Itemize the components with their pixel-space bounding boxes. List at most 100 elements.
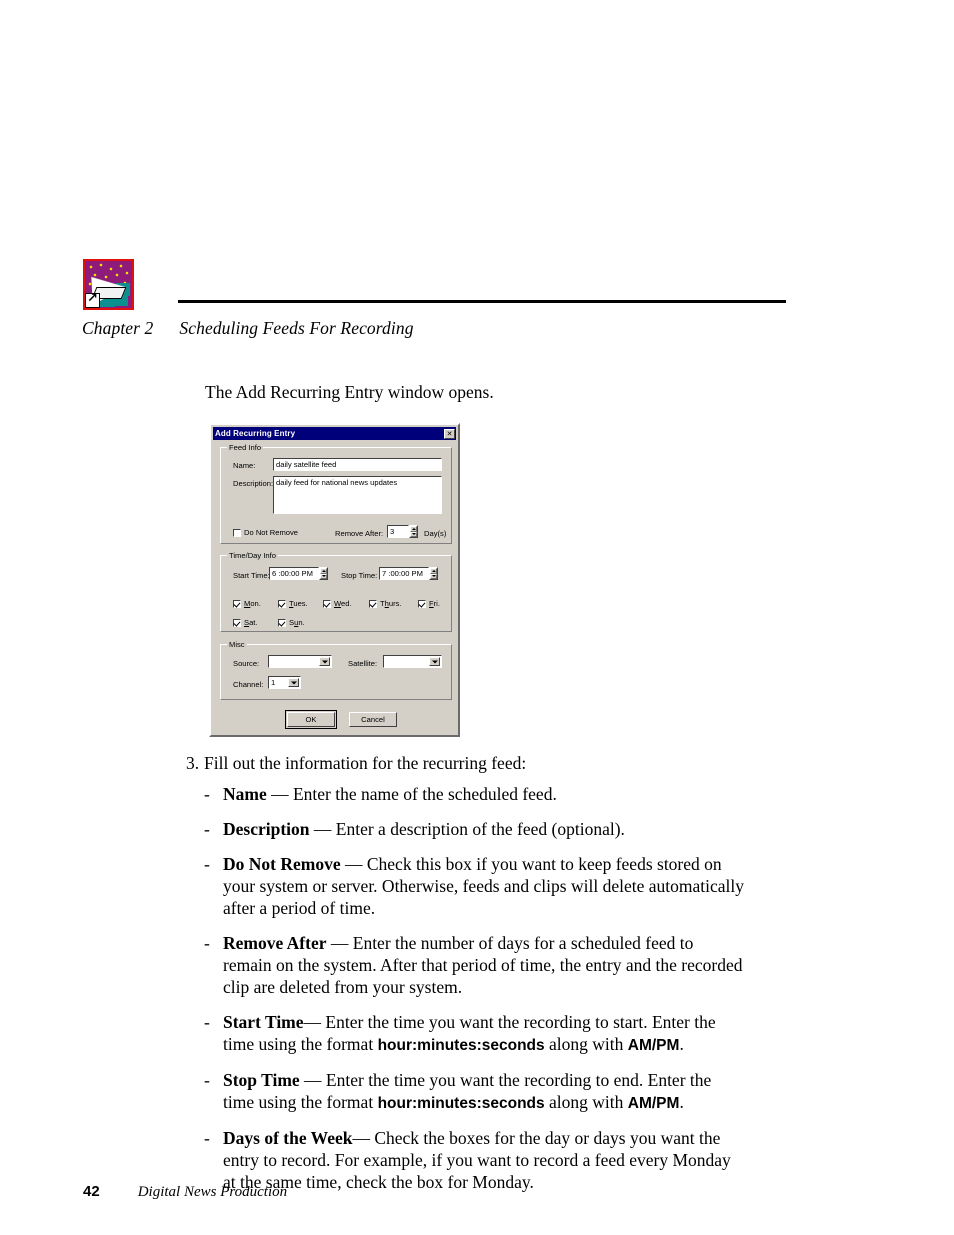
chapter-heading: Chapter 2 Scheduling Feeds For Recording (82, 318, 414, 339)
description-label: Description: (233, 479, 274, 488)
intro-paragraph: The Add Recurring Entry window opens. (205, 382, 494, 402)
do-not-remove-checkbox[interactable]: Do Not Remove (233, 528, 298, 537)
instruction-item: - Stop Time — Enter the time you want the… (204, 1069, 746, 1114)
day-box-sat (233, 618, 241, 627)
channel-dropdown[interactable]: 1 (268, 676, 301, 689)
day-box-tues (278, 599, 286, 608)
day-label-sun: Sun. (289, 618, 305, 627)
instruction-item: - Description — Enter a description of th… (204, 818, 746, 840)
source-value (269, 656, 319, 667)
chevron-down-icon[interactable] (288, 678, 299, 687)
item-emphasis: AM/PM (627, 1037, 680, 1055)
dialog-titlebar[interactable]: Add Recurring Entry ✕ (213, 427, 456, 440)
day-checkbox-thurs[interactable]: Thurs. (369, 599, 402, 608)
instruction-item: - Start Time— Enter the time you want the… (204, 1011, 746, 1056)
step-number: 3. (186, 753, 200, 773)
remove-after-input[interactable]: 3 (387, 525, 409, 538)
feed-info-legend: Feed Info (227, 443, 264, 452)
channel-label: Channel: (233, 680, 264, 689)
instruction-item: - Name — Enter the name of the scheduled … (204, 783, 746, 805)
start-time-spinner[interactable] (319, 567, 328, 580)
channel-value: 1 (271, 678, 276, 687)
spinner-down-icon[interactable] (410, 531, 417, 537)
close-icon[interactable]: ✕ (444, 428, 455, 439)
chevron-down-icon[interactable] (429, 657, 440, 666)
day-label-thurs: Thurs. (380, 599, 402, 608)
dialog-title: Add Recurring Entry (215, 429, 296, 438)
name-input[interactable]: daily satellite feed (273, 458, 442, 471)
cancel-button[interactable]: Cancel (349, 712, 397, 727)
item-term: Description (223, 819, 310, 840)
item-emphasis: hour:minutes:seconds (377, 1095, 545, 1113)
do-not-remove-box (233, 528, 241, 537)
day-box-wed (323, 599, 331, 608)
day-label-fri: Fri. (429, 599, 440, 608)
item-dash: - (204, 819, 210, 840)
ok-button[interactable]: OK (285, 710, 337, 729)
book-title: Digital News Production (137, 1184, 288, 1200)
description-input[interactable]: daily feed for national news updates (273, 476, 442, 514)
header-rule (178, 300, 786, 303)
remove-after-label: Remove After: (335, 529, 384, 538)
chapter-title: Scheduling Feeds For Recording (179, 318, 414, 338)
item-term: Start Time (223, 1012, 304, 1033)
instruction-item: - Do Not Remove — Check this box if you w… (204, 853, 746, 919)
day-checkbox-sun[interactable]: Sun. (278, 618, 305, 627)
item-dash: - (204, 933, 210, 954)
day-box-mon (233, 599, 241, 608)
chapter-number: Chapter 2 (82, 318, 154, 338)
source-dropdown[interactable] (268, 655, 332, 668)
satellite-label: Satellite: (348, 659, 378, 668)
day-box-sun (278, 618, 286, 627)
day-checkbox-sat[interactable]: Sat. (233, 618, 258, 627)
item-text: Remove After — Enter the number of days … (223, 933, 743, 998)
item-text: Name — Enter the name of the scheduled f… (223, 784, 557, 805)
day-box-fri (418, 599, 426, 608)
instruction-item: - Remove After — Enter the number of days… (204, 932, 746, 998)
day-checkbox-fri[interactable]: Fri. (418, 599, 440, 608)
stop-time-input[interactable]: 7 :00:00 PM (379, 567, 429, 580)
chevron-down-icon[interactable] (319, 657, 330, 666)
instruction-list: 3. Fill out the information for the recu… (186, 752, 746, 1206)
item-dash: - (204, 784, 210, 805)
step-text: Fill out the information for the recurri… (204, 753, 527, 773)
item-text: Days of the Week— Check the boxes for th… (223, 1127, 731, 1192)
item-text: Start Time— Enter the time you want the … (223, 1012, 716, 1055)
page-footer: 42 Digital News Production (83, 1183, 287, 1201)
day-checkbox-wed[interactable]: Wed. (323, 599, 352, 608)
misc-group: Misc (220, 640, 452, 700)
stop-time-spinner[interactable] (429, 567, 438, 580)
item-term: Name (223, 784, 267, 805)
item-text: Stop Time — Enter the time you want the … (223, 1069, 712, 1113)
item-term: Days of the Week (223, 1127, 353, 1148)
name-label: Name: (233, 461, 256, 470)
stop-spinner-down-icon[interactable] (430, 573, 437, 579)
time-day-info-legend: Time/Day Info (227, 551, 278, 560)
day-checkbox-tues[interactable]: Tues. (278, 599, 308, 608)
day-label-sat: Sat. (244, 618, 258, 627)
item-text: Description — Enter a description of the… (223, 819, 625, 840)
remove-after-spinner[interactable] (409, 525, 418, 538)
shortcut-arrow-icon (85, 291, 100, 308)
item-emphasis: hour:minutes:seconds (377, 1037, 545, 1055)
day-label-mon: Mon. (244, 599, 261, 608)
add-recurring-entry-dialog: Add Recurring Entry ✕ Feed Info Name: da… (209, 423, 460, 737)
days-unit-label: Day(s) (424, 529, 447, 538)
start-spinner-down-icon[interactable] (320, 573, 327, 579)
start-time-label: Start Time: (233, 571, 270, 580)
day-label-tues: Tues. (289, 599, 308, 608)
item-term: Stop Time (223, 1069, 300, 1090)
page-number: 42 (83, 1183, 100, 1200)
item-term: Do Not Remove (223, 854, 341, 875)
day-label-wed: Wed. (334, 599, 352, 608)
item-dash: - (204, 1069, 210, 1090)
day-box-thurs (369, 599, 377, 608)
satellite-dropdown[interactable] (383, 655, 442, 668)
item-text: Do Not Remove — Check this box if you wa… (223, 854, 744, 919)
start-time-input[interactable]: 6 :00:00 PM (269, 567, 319, 580)
satellite-feed-shortcut-icon (83, 259, 134, 310)
day-checkbox-mon[interactable]: Mon. (233, 599, 261, 608)
instruction-step: 3. Fill out the information for the recu… (186, 752, 746, 774)
item-dash: - (204, 1012, 210, 1033)
item-emphasis: AM/PM (627, 1095, 680, 1113)
